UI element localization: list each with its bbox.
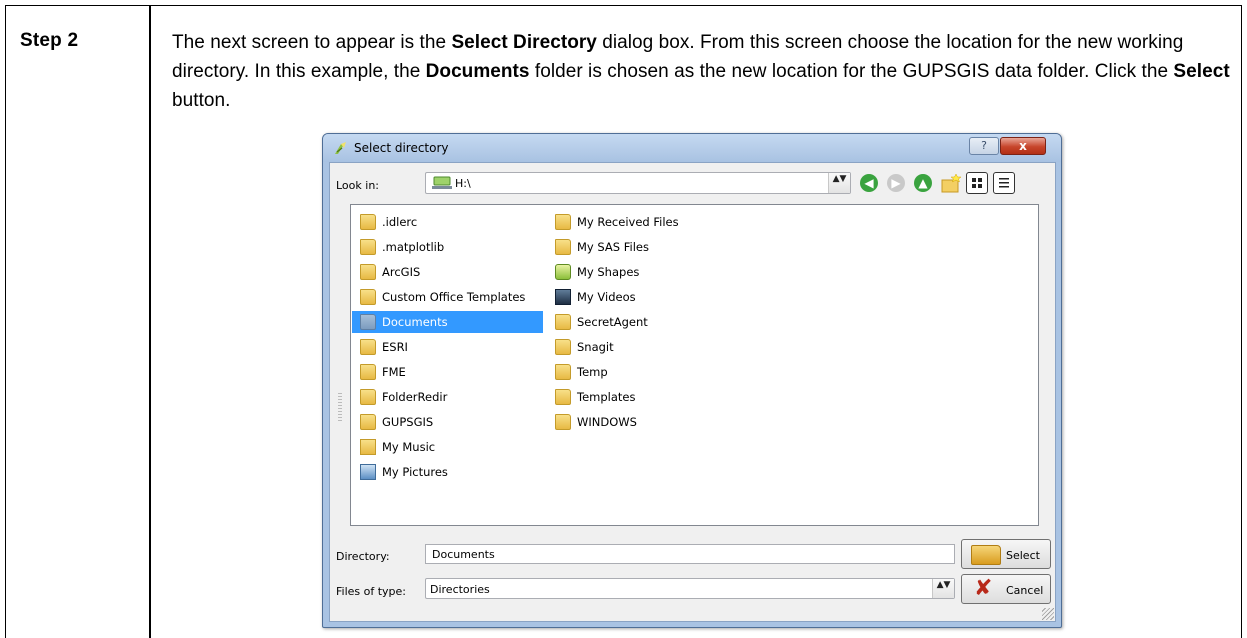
list-item[interactable]: Templates [547, 386, 737, 408]
forward-arrow-icon: ▶ [887, 174, 905, 192]
list-item[interactable]: FolderRedir [352, 386, 542, 408]
files-of-type-dropdown-arrow[interactable]: ▲▼ [932, 579, 954, 598]
list-item[interactable]: My Received Files [547, 211, 737, 233]
file-list[interactable]: .idlerc .matplotlib ArcGIS Custom Office… [350, 204, 1039, 526]
icon-view-button[interactable] [966, 172, 988, 194]
folder-icon [555, 239, 571, 255]
look-in-label: Look in: [336, 179, 379, 192]
list-item[interactable]: My Shapes [547, 261, 737, 283]
look-in-dropdown-arrow[interactable]: ▲▼ [828, 173, 850, 193]
folder-icon [360, 389, 376, 405]
list-item[interactable]: .idlerc [352, 211, 542, 233]
column-divider [149, 6, 151, 638]
folder-icon [360, 364, 376, 380]
grid-view-icon [972, 178, 982, 188]
network-drive-icon [432, 176, 452, 189]
list-item[interactable]: Custom Office Templates [352, 286, 542, 308]
close-button[interactable]: x [1000, 137, 1046, 155]
folder-icon [555, 414, 571, 430]
help-button[interactable]: ? [969, 137, 999, 155]
detail-view-button[interactable] [993, 172, 1015, 194]
folder-icon [555, 364, 571, 380]
folder-icon [555, 339, 571, 355]
folder-icon [555, 214, 571, 230]
folder-icon [360, 289, 376, 305]
list-item[interactable]: My Music [352, 436, 542, 458]
list-item[interactable]: Snagit [547, 336, 737, 358]
files-of-type-combo[interactable]: Directories ▲▼ [425, 578, 955, 599]
folder-icon [360, 264, 376, 280]
folder-icon [555, 314, 571, 330]
files-of-type-label: Files of type: [336, 585, 407, 598]
title-bar[interactable]: Select directory ? x [323, 134, 1061, 162]
list-item[interactable]: ArcGIS [352, 261, 542, 283]
parent-directory-button[interactable]: ▲ [912, 172, 934, 194]
qgis-app-icon [335, 142, 346, 154]
cancel-button[interactable]: ✘ Cancel [961, 574, 1051, 604]
list-item[interactable]: FME [352, 361, 542, 383]
list-item[interactable]: SecretAgent [547, 311, 737, 333]
dialog-title: Select directory [354, 141, 449, 155]
folder-icon [360, 339, 376, 355]
shapes-folder-icon [555, 264, 571, 280]
list-item[interactable]: My SAS Files [547, 236, 737, 258]
list-item-selected[interactable]: Documents [352, 311, 543, 333]
new-folder-icon [941, 173, 962, 193]
select-directory-dialog: Select directory ? x Look in: H:\ ▲▼ ◀ ▶… [322, 133, 1062, 628]
folder-icon [360, 239, 376, 255]
forward-button[interactable]: ▶ [885, 172, 907, 194]
cancel-icon: ✘ [974, 576, 993, 601]
list-item[interactable]: My Videos [547, 286, 737, 308]
step-label: Step 2 [20, 30, 79, 51]
directory-label: Directory: [336, 550, 390, 563]
folder-icon [971, 545, 1001, 565]
list-splitter[interactable] [338, 393, 342, 423]
list-item[interactable]: ESRI [352, 336, 542, 358]
dialog-body: Look in: H:\ ▲▼ ◀ ▶ ▲ .idlerc .matplotli… [329, 162, 1056, 622]
music-folder-icon [360, 439, 376, 455]
list-view-icon [999, 178, 1009, 188]
list-item[interactable]: Temp [547, 361, 737, 383]
new-folder-button[interactable] [940, 172, 962, 194]
resize-grip[interactable] [1042, 608, 1054, 620]
folder-icon [360, 314, 376, 330]
folder-icon [360, 214, 376, 230]
list-item[interactable]: My Pictures [352, 461, 542, 483]
list-item[interactable]: GUPSGIS [352, 411, 542, 433]
folder-icon [360, 414, 376, 430]
folder-icon [555, 389, 571, 405]
back-button[interactable]: ◀ [858, 172, 880, 194]
pictures-folder-icon [360, 464, 376, 480]
list-item[interactable]: WINDOWS [547, 411, 737, 433]
look-in-combo[interactable]: H:\ ▲▼ [425, 172, 851, 194]
instructions-text: The next screen to appear is the Select … [172, 32, 1230, 111]
directory-field[interactable]: Documents [425, 544, 955, 564]
look-in-value: H:\ [455, 177, 471, 190]
list-item[interactable]: .matplotlib [352, 236, 542, 258]
up-arrow-icon: ▲ [914, 174, 932, 192]
select-button[interactable]: Select [961, 539, 1051, 569]
videos-folder-icon [555, 289, 571, 305]
files-of-type-value: Directories [430, 583, 490, 596]
back-arrow-icon: ◀ [860, 174, 878, 192]
